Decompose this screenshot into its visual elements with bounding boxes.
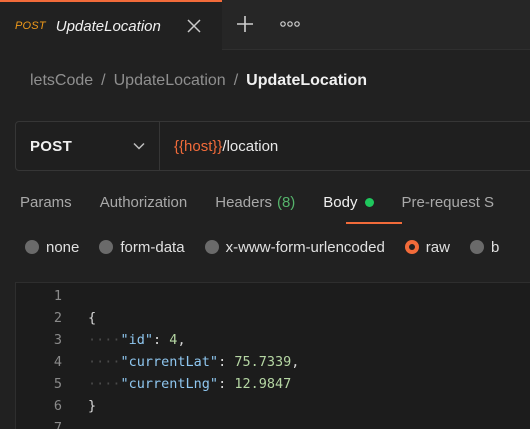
code-line: 5 ····"currentLng": 12.9847 bbox=[16, 373, 530, 395]
body-type-urlencoded[interactable]: x-www-form-urlencoded bbox=[204, 238, 385, 256]
json-close-brace: } bbox=[88, 398, 97, 414]
code-line: 7 bbox=[16, 417, 530, 429]
code-line: 3 ····"id": 4, bbox=[16, 329, 530, 351]
tab-body-label: Body bbox=[323, 193, 358, 211]
body-type-form-data[interactable]: form-data bbox=[99, 238, 185, 256]
code-line: 4 ····"currentLat": 75.7339, bbox=[16, 351, 530, 373]
line-number: 2 bbox=[53, 310, 62, 326]
tab-headers[interactable]: Headers (8) bbox=[215, 194, 295, 211]
tab-strip: POST UpdateLocation bbox=[0, 0, 530, 50]
url-input[interactable]: {{host}}/location bbox=[160, 122, 530, 170]
json-key: "currentLat" bbox=[120, 354, 219, 370]
json-number: 75.7339 bbox=[234, 354, 292, 370]
indent-guide: ···· bbox=[88, 354, 121, 370]
line-number: 3 bbox=[53, 332, 62, 348]
radio-icon bbox=[469, 240, 484, 254]
code-line: 6 } bbox=[16, 395, 530, 417]
method-select[interactable]: POST bbox=[16, 122, 160, 170]
tab-headers-label: Headers bbox=[215, 193, 272, 211]
body-type-raw-label: raw bbox=[425, 238, 450, 256]
radio-checked-icon bbox=[404, 240, 419, 254]
breadcrumb-workspace[interactable]: letsCode bbox=[30, 72, 93, 90]
chevron-down-icon bbox=[133, 137, 145, 155]
body-type-none[interactable]: none bbox=[25, 239, 79, 256]
json-key: "currentLng" bbox=[120, 376, 219, 392]
tab-title: UpdateLocation bbox=[55, 17, 161, 35]
line-number: 7 bbox=[53, 420, 62, 429]
radio-icon bbox=[204, 240, 219, 254]
code-line: 1 bbox=[16, 285, 530, 307]
method-label: POST bbox=[30, 137, 73, 155]
tab-params[interactable]: Params bbox=[20, 194, 72, 211]
indent-guide: ···· bbox=[88, 376, 121, 392]
body-type-binary[interactable]: b bbox=[469, 238, 500, 256]
url-path: /location bbox=[222, 137, 279, 155]
line-number: 6 bbox=[53, 398, 62, 414]
line-number: 1 bbox=[53, 288, 62, 304]
json-number: 12.9847 bbox=[234, 376, 292, 392]
body-type-raw[interactable]: raw bbox=[404, 238, 450, 256]
tab-authorization[interactable]: Authorization bbox=[100, 194, 188, 211]
body-type-options: none form-data x-www-form-urlencoded raw… bbox=[25, 236, 519, 258]
headers-count-badge: (8) bbox=[276, 193, 296, 211]
active-tab-indicator bbox=[346, 222, 402, 224]
tab-prerequest-script[interactable]: Pre-request S bbox=[402, 194, 495, 211]
breadcrumb: letsCode / UpdateLocation / UpdateLocati… bbox=[30, 70, 367, 92]
indent-guide: ···· bbox=[88, 332, 121, 348]
close-icon[interactable] bbox=[186, 18, 202, 34]
breadcrumb-request[interactable]: UpdateLocation bbox=[246, 72, 367, 90]
tab-body[interactable]: Body bbox=[323, 193, 374, 211]
body-type-binary-label: b bbox=[490, 238, 500, 256]
breadcrumb-separator: / bbox=[233, 72, 239, 89]
radio-icon bbox=[25, 240, 39, 254]
line-number: 4 bbox=[53, 354, 62, 370]
tab-update-location[interactable]: POST UpdateLocation bbox=[0, 0, 222, 50]
body-type-urlencoded-label: x-www-form-urlencoded bbox=[225, 238, 385, 256]
plus-icon[interactable] bbox=[233, 12, 257, 36]
more-icon[interactable] bbox=[278, 14, 302, 34]
breadcrumb-separator: / bbox=[101, 72, 106, 89]
request-subtabs: Params Authorization Headers (8) Body Pr… bbox=[20, 190, 522, 214]
code-editor[interactable]: 1 2 { 3 ····"id": 4, 4 ····"currentLat":… bbox=[15, 282, 530, 429]
tab-method-label: POST bbox=[15, 20, 46, 32]
code-line: 2 { bbox=[16, 307, 530, 329]
breadcrumb-collection[interactable]: UpdateLocation bbox=[114, 72, 226, 90]
body-active-dot bbox=[364, 197, 374, 207]
url-variable: {{host}} bbox=[174, 137, 223, 155]
json-open-brace: { bbox=[88, 310, 97, 326]
json-key: "id" bbox=[120, 332, 154, 348]
line-number: 5 bbox=[53, 376, 62, 392]
radio-icon bbox=[99, 240, 114, 254]
body-type-none-label: none bbox=[46, 238, 80, 256]
request-bar: POST {{host}}/location bbox=[15, 121, 530, 171]
json-comma: , bbox=[291, 354, 300, 370]
json-comma: , bbox=[177, 332, 186, 348]
body-type-form-data-label: form-data bbox=[120, 238, 185, 256]
